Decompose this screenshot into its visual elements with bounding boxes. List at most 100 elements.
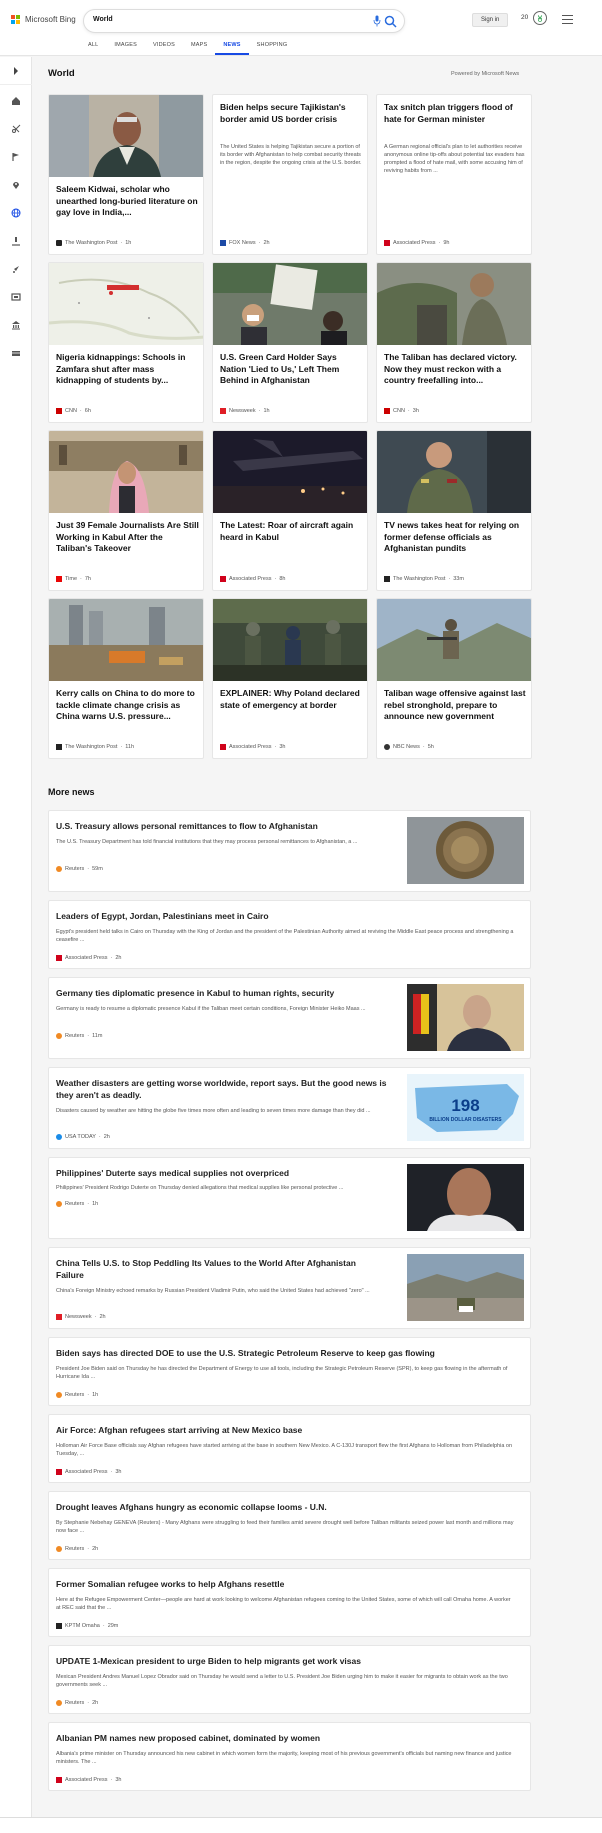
card-headline[interactable]: Just 39 Female Journalists Are Still Wor… [56,520,200,555]
chevron-right-icon [14,67,18,75]
globe-icon[interactable] [11,208,21,218]
news-list-item[interactable]: Germany ties diplomatic presence in Kabu… [48,977,531,1059]
news-card[interactable]: Tax snitch plan triggers flood of hate f… [376,94,532,255]
card-headline[interactable]: The Taliban has declared victory. Now th… [384,352,528,387]
source-time: 2h [103,1134,110,1140]
source-time: 59m [92,866,103,872]
tab-maps[interactable]: MAPS [183,38,215,55]
separator: · [110,1777,113,1783]
money-icon[interactable] [11,348,21,358]
news-list-item[interactable]: China Tells U.S. to Stop Peddling Its Va… [48,1247,531,1329]
news-card[interactable]: Kerry calls on China to do more to tackl… [48,598,204,759]
news-card[interactable]: EXPLAINER: Why Poland declared state of … [212,598,368,759]
news-card[interactable]: Saleem Kidwai, scholar who unearthed lon… [48,94,204,255]
news-headline[interactable]: Albanian PM names new proposed cabinet, … [56,1732,516,1744]
source-time: 2h [92,1700,99,1706]
card-headline[interactable]: Saleem Kidwai, scholar who unearthed lon… [56,184,200,219]
card-headline[interactable]: Taliban wage offensive against last rebe… [384,688,528,723]
news-card[interactable]: The Taliban has declared victory. Now th… [376,262,532,423]
search-input[interactable]: World [93,16,113,23]
tab-shopping[interactable]: SHOPPING [249,38,296,55]
news-headline[interactable]: Biden says has directed DOE to use the U… [56,1347,516,1359]
separator: · [79,408,82,414]
time-logo-icon [56,576,62,582]
news-card[interactable]: Nigeria kidnappings: Schools in Zamfara … [48,262,204,423]
separator: · [422,744,425,750]
source-name: Reuters [65,1700,85,1706]
rewards-medal-icon[interactable] [533,11,547,25]
source-time: 5h [427,744,434,750]
hamburger-menu-icon[interactable] [562,15,573,24]
location-icon[interactable] [11,180,21,190]
rocket-icon[interactable] [11,264,21,274]
news-list-item[interactable]: Weather disasters are getting worse worl… [48,1067,531,1149]
news-list-item[interactable]: U.S. Treasury allows personal remittance… [48,810,531,892]
tab-news[interactable]: NEWS [215,38,249,55]
film-icon[interactable] [11,292,21,302]
home-icon[interactable] [11,96,21,106]
search-icon[interactable] [384,15,397,28]
flag-icon[interactable] [11,152,21,162]
news-source: USA TODAY · 2h [56,1134,110,1140]
card-headline[interactable]: Biden helps secure Tajikistan's border a… [220,102,364,125]
news-list-item[interactable]: Leaders of Egypt, Jordan, Palestinians m… [48,900,531,969]
news-list-item[interactable]: Philippines' Duterte says medical suppli… [48,1157,531,1239]
rewards-points[interactable]: 20 [521,14,528,21]
news-headline[interactable]: Drought leaves Afghans hungry as economi… [56,1501,516,1513]
source-name: CNN [393,408,405,414]
news-headline[interactable]: Philippines' Duterte says medical suppli… [56,1167,396,1179]
news-description: China's Foreign Ministry echoed remarks … [56,1288,370,1294]
ap-logo-icon [220,744,226,750]
separator: · [87,1033,90,1039]
bing-logo[interactable]: Microsoft Bing [11,15,76,24]
card-headline[interactable]: TV news takes heat for relying on former… [384,520,528,555]
microphone-icon[interactable] [373,15,381,27]
separator: · [87,866,90,872]
news-description: President Joe Biden said on Thursday he … [56,1366,508,1380]
reuters-logo-icon [56,1546,62,1552]
news-headline[interactable]: Leaders of Egypt, Jordan, Palestinians m… [56,910,516,922]
card-headline[interactable]: The Latest: Roar of aircraft again heard… [220,520,364,543]
card-headline[interactable]: Kerry calls on China to do more to tackl… [56,688,200,723]
news-headline[interactable]: Weather disasters are getting worse worl… [56,1077,396,1101]
news-list-item[interactable]: Albanian PM names new proposed cabinet, … [48,1722,531,1791]
news-list-item[interactable]: Drought leaves Afghans hungry as economi… [48,1491,531,1560]
news-card[interactable]: Biden helps secure Tajikistan's border a… [212,94,368,255]
news-headline[interactable]: UPDATE 1-Mexican president to urge Biden… [56,1655,516,1667]
news-headline[interactable]: Germany ties diplomatic presence in Kabu… [56,987,396,999]
sidebar-expand-button[interactable] [0,57,32,85]
search-box[interactable]: World [83,9,405,33]
news-headline[interactable]: China Tells U.S. to Stop Peddling Its Va… [56,1257,376,1281]
card-headline[interactable]: Tax snitch plan triggers flood of hate f… [384,102,528,125]
news-headline[interactable]: Former Somalian refugee works to help Af… [56,1578,516,1590]
news-card[interactable]: Just 39 Female Journalists Are Still Wor… [48,430,204,591]
news-card[interactable]: U.S. Green Card Holder Says Nation 'Lied… [212,262,368,423]
news-list-item[interactable]: Air Force: Afghan refugees start arrivin… [48,1414,531,1483]
kptm-logo-icon [56,1623,62,1629]
card-headline[interactable]: EXPLAINER: Why Poland declared state of … [220,688,364,711]
tab-images[interactable]: IMAGES [106,38,145,55]
news-list-item[interactable]: Former Somalian refugee works to help Af… [48,1568,531,1637]
sign-in-button[interactable]: Sign in [472,13,509,27]
washington-post-logo-icon [56,744,62,750]
map-image [49,263,203,345]
card-headline[interactable]: U.S. Green Card Holder Says Nation 'Lied… [220,352,364,387]
news-card[interactable]: TV news takes heat for relying on former… [376,430,532,591]
scissors-icon[interactable] [11,124,21,134]
bank-icon[interactable] [11,320,21,330]
tab-all[interactable]: ALL [80,38,106,55]
news-photo [49,599,203,681]
search-tabs: ALL IMAGES VIDEOS MAPS NEWS SHOPPING [80,38,295,55]
tab-videos[interactable]: VIDEOS [145,38,183,55]
news-list-item[interactable]: Biden says has directed DOE to use the U… [48,1337,531,1406]
news-card[interactable]: Taliban wage offensive against last rebe… [376,598,532,759]
card-headline[interactable]: Nigeria kidnappings: Schools in Zamfara … [56,352,200,387]
source-name: Reuters [65,1033,85,1039]
disasters-graphic-image: 198 BILLION DOLLAR DISASTERS [407,1074,524,1141]
news-headline[interactable]: U.S. Treasury allows personal remittance… [56,820,396,832]
news-card[interactable]: The Latest: Roar of aircraft again heard… [212,430,368,591]
microscope-icon[interactable] [11,236,21,246]
news-headline[interactable]: Air Force: Afghan refugees start arrivin… [56,1424,516,1436]
news-list-item[interactable]: UPDATE 1-Mexican president to urge Biden… [48,1645,531,1714]
source-name: Reuters [65,1392,85,1398]
